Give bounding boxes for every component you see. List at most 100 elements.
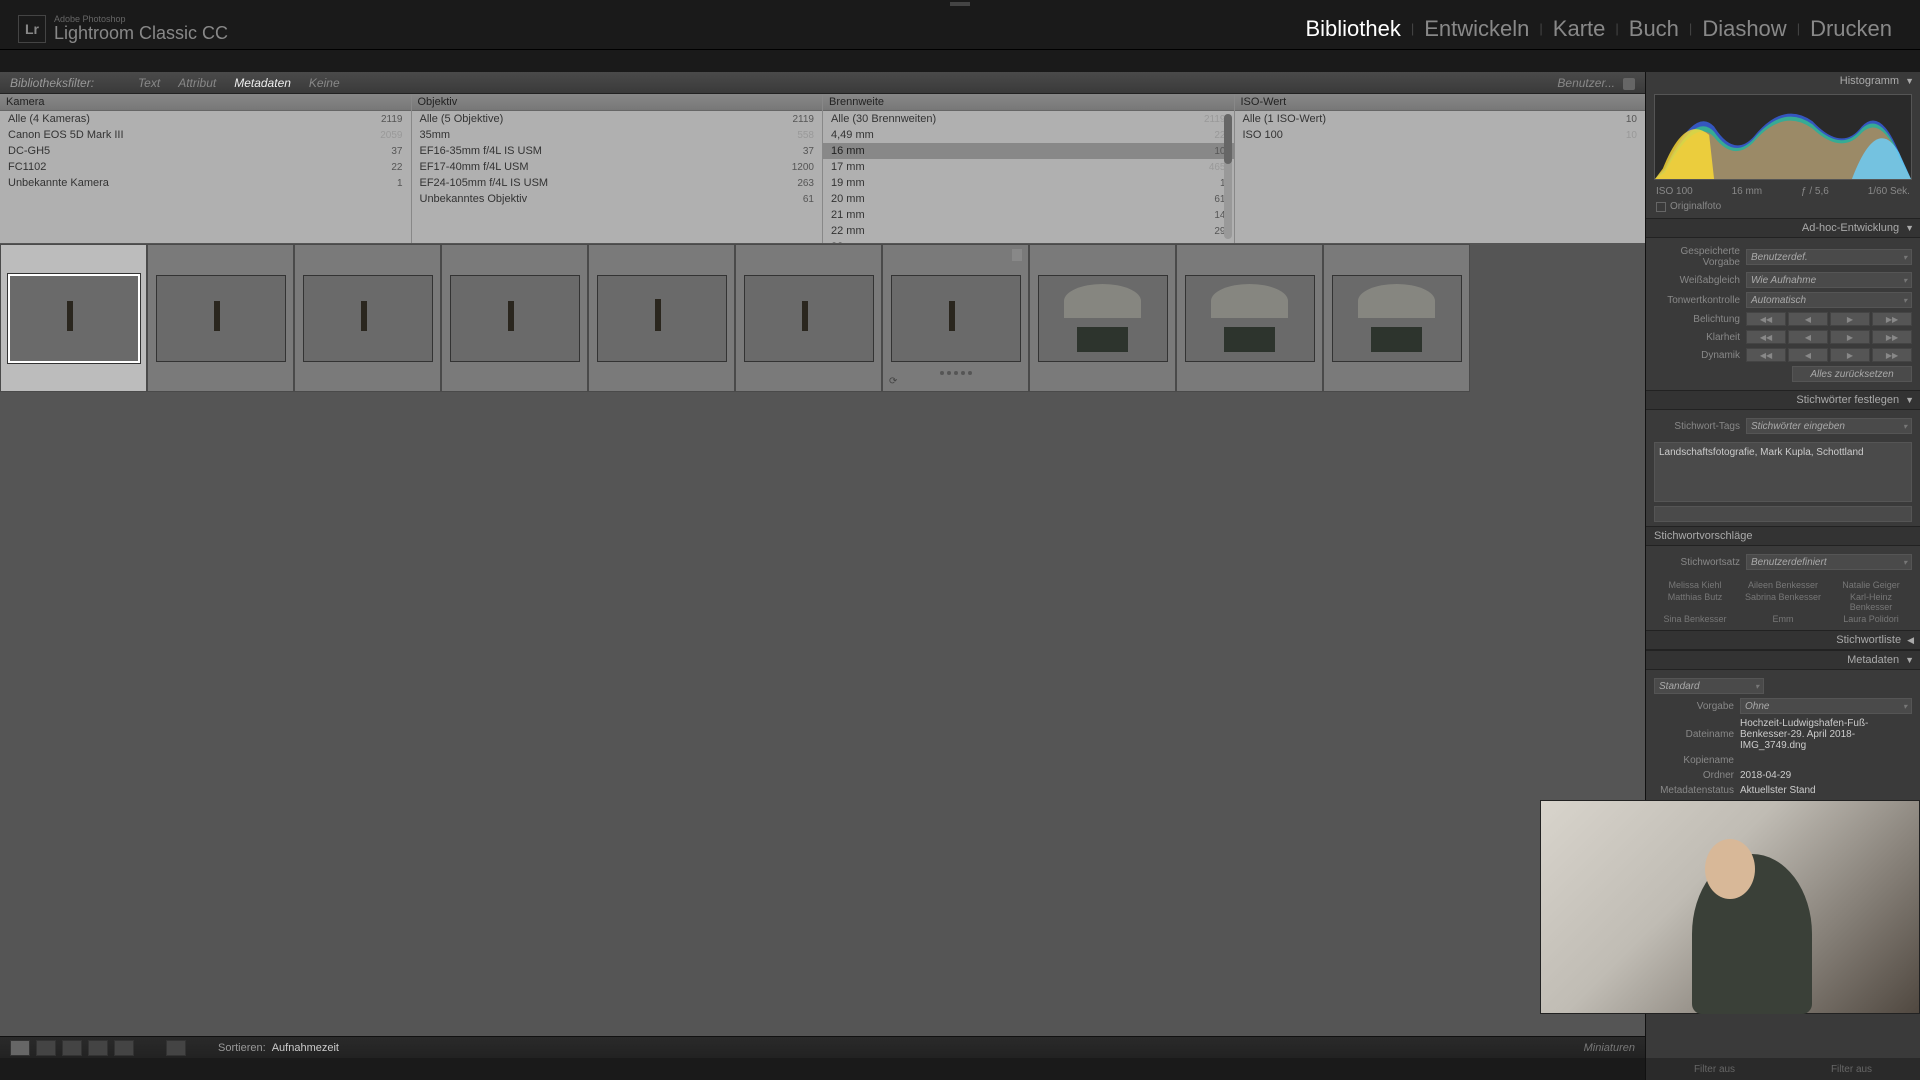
filter-bar-title: Bibliotheksfilter: (0, 76, 104, 90)
original-photo-row[interactable]: Originalfoto (1646, 199, 1920, 218)
thumbnail[interactable] (1176, 244, 1323, 392)
thumbnail[interactable] (294, 244, 441, 392)
module-buch[interactable]: Buch (1619, 16, 1689, 42)
keyword-suggestion[interactable]: Aileen Benkesser (1744, 580, 1822, 590)
tone-auto-button[interactable]: Automatisch (1746, 292, 1912, 308)
filter-preset-dropdown[interactable]: Benutzer... (1547, 76, 1645, 90)
meta-row[interactable]: 17 mm465 (823, 159, 1234, 175)
thumbnail[interactable]: ⟳ (882, 244, 1029, 392)
keyword-suggestion[interactable]: Natalie Geiger (1832, 580, 1910, 590)
sort-dropdown[interactable]: Aufnahmezeit (272, 1042, 339, 1054)
thumbnail[interactable] (588, 244, 735, 392)
wb-dropdown[interactable]: Wie Aufnahme (1746, 272, 1912, 288)
keyword-list-header[interactable]: Stichwortliste◀ (1646, 630, 1920, 650)
keyword-suggestion[interactable]: Laura Polidori (1832, 614, 1910, 624)
meta-preset-dropdown[interactable]: Ohne (1740, 698, 1912, 714)
keyword-set-dropdown[interactable]: Benutzerdefiniert (1746, 554, 1912, 570)
meta-row[interactable]: 19 mm1 (823, 175, 1234, 191)
histogram-header[interactable]: Histogramm▼ (1646, 72, 1920, 90)
meta-row[interactable]: EF24-105mm f/4L IS USM263 (412, 175, 823, 191)
keyword-suggestion[interactable]: Karl-Heinz Benkesser (1832, 592, 1910, 612)
meta-column-header[interactable]: Objektiv (412, 94, 823, 111)
keyword-input[interactable] (1654, 506, 1912, 522)
meta-row[interactable]: Canon EOS 5D Mark III2059 (0, 127, 411, 143)
meta-row[interactable]: 22 mm29 (823, 223, 1234, 239)
grid-view-button[interactable] (10, 1040, 30, 1056)
loupe-view-button[interactable] (36, 1040, 56, 1056)
thumbnail[interactable] (1323, 244, 1470, 392)
keyword-textarea[interactable]: Landschaftsfotografie, Mark Kupla, Schot… (1654, 442, 1912, 502)
thumbnail-grid[interactable]: ⟳ (0, 244, 1645, 1036)
meta-row[interactable]: EF16-35mm f/4L IS USM37 (412, 143, 823, 159)
meta-row[interactable]: DC-GH537 (0, 143, 411, 159)
meta-row[interactable]: 21 mm14 (823, 207, 1234, 223)
scrollbar[interactable] (1224, 114, 1232, 239)
copyname-label: Kopiename (1654, 755, 1734, 766)
titlebar-grip[interactable] (950, 2, 970, 6)
meta-row[interactable]: 20 mm61 (823, 191, 1234, 207)
thumbnail[interactable] (0, 244, 147, 392)
meta-column-header[interactable]: Kamera (0, 94, 411, 111)
thumbnail[interactable] (1029, 244, 1176, 392)
thumb-badge-icon[interactable]: ⟳ (889, 376, 897, 387)
meta-row[interactable]: Unbekannte Kamera1 (0, 175, 411, 191)
clarity-stepper[interactable]: ◀◀◀▶▶▶ (1746, 330, 1912, 344)
thumbnail[interactable] (441, 244, 588, 392)
meta-column-kamera: KameraAlle (4 Kameras)2119Canon EOS 5D M… (0, 94, 412, 243)
thumbnail[interactable] (735, 244, 882, 392)
module-drucken[interactable]: Drucken (1800, 16, 1902, 42)
compare-view-button[interactable] (62, 1040, 82, 1056)
meta-row[interactable]: 35mm558 (412, 127, 823, 143)
saved-preset-dropdown[interactable]: Benutzerdef. (1746, 249, 1912, 265)
keyword-suggestion[interactable]: Matthias Butz (1656, 592, 1734, 612)
keyword-tags-dropdown[interactable]: Stichwörter eingeben (1746, 418, 1912, 434)
reset-all-button[interactable]: Alles zurücksetzen (1792, 366, 1912, 382)
module-karte[interactable]: Karte (1543, 16, 1616, 42)
flag-icon[interactable] (1012, 249, 1022, 261)
meta-row[interactable]: ISO 10010 (1235, 127, 1646, 143)
meta-row[interactable]: 4,49 mm22 (823, 127, 1234, 143)
histo-shutter: 1/60 Sek. (1868, 186, 1910, 197)
meta-row-all[interactable]: Alle (1 ISO-Wert)10 (1235, 111, 1646, 127)
keyword-suggestion[interactable]: Sina Benkesser (1656, 614, 1734, 624)
filter-tab-text[interactable]: Text (138, 76, 160, 90)
keyword-suggestion[interactable]: Melissa Kiehl (1656, 580, 1734, 590)
filter-tab-metadaten[interactable]: Metadaten (234, 76, 291, 90)
checkbox-icon[interactable] (1656, 202, 1666, 212)
keyword-suggestion[interactable]: Emm (1744, 614, 1822, 624)
meta-row[interactable]: 16 mm10 (823, 143, 1234, 159)
survey-view-button[interactable] (88, 1040, 108, 1056)
meta-row[interactable]: FC110222 (0, 159, 411, 175)
module-bibliothek[interactable]: Bibliothek (1295, 16, 1410, 42)
filter-tab-keine[interactable]: Keine (309, 76, 340, 90)
thumbnail[interactable] (147, 244, 294, 392)
meta-column-header[interactable]: ISO-Wert (1235, 94, 1646, 111)
meta-column-header[interactable]: Brennweite (823, 94, 1234, 111)
keyword-suggestion[interactable]: Sabrina Benkesser (1744, 592, 1822, 612)
metadata-header[interactable]: Metadaten▼ (1646, 650, 1920, 670)
sync-label[interactable]: Filter aus (1694, 1064, 1735, 1075)
module-entwickeln[interactable]: Entwickeln (1414, 16, 1539, 42)
meta-column-objektiv: ObjektivAlle (5 Objektive)211935mm558EF1… (412, 94, 824, 243)
keyword-suggestions-header[interactable]: Stichwortvorschläge (1646, 526, 1920, 546)
meta-row-all[interactable]: Alle (5 Objektive)2119 (412, 111, 823, 127)
histogram-display[interactable] (1654, 94, 1912, 180)
module-diashow[interactable]: Diashow (1692, 16, 1796, 42)
painter-button[interactable] (166, 1040, 186, 1056)
filter-tab-attribut[interactable]: Attribut (178, 76, 216, 90)
keywording-header[interactable]: Stichwörter festlegen▼ (1646, 390, 1920, 410)
metadata-set-dropdown[interactable]: Standard (1654, 678, 1764, 694)
quick-develop-header[interactable]: Ad-hoc-Entwicklung▼ (1646, 218, 1920, 238)
lock-icon[interactable] (1623, 78, 1635, 90)
vibrance-stepper[interactable]: ◀◀◀▶▶▶ (1746, 348, 1912, 362)
meta-row[interactable]: EF17-40mm f/4L USM1200 (412, 159, 823, 175)
exposure-stepper[interactable]: ◀◀◀▶▶▶ (1746, 312, 1912, 326)
rating-dots[interactable] (883, 371, 1028, 375)
sync-settings-label[interactable]: Filter aus (1831, 1064, 1872, 1075)
keywording-title: Stichwörter festlegen (1796, 394, 1899, 406)
meta-row-all[interactable]: Alle (30 Brennweiten)2119 (823, 111, 1234, 127)
people-view-button[interactable] (114, 1040, 134, 1056)
meta-row[interactable]: 23 mm1 (823, 239, 1234, 243)
meta-row[interactable]: Unbekanntes Objektiv61 (412, 191, 823, 207)
meta-row-all[interactable]: Alle (4 Kameras)2119 (0, 111, 411, 127)
